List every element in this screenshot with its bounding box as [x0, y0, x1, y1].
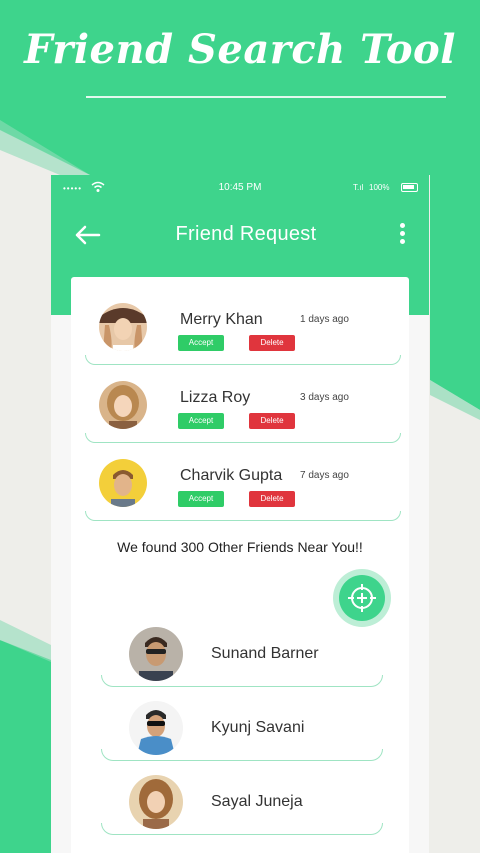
nearby-person-item[interactable]: Sayal Juneja: [101, 775, 383, 845]
accept-button[interactable]: Accept: [178, 491, 224, 507]
accept-button[interactable]: Accept: [178, 335, 224, 351]
more-options-button[interactable]: [394, 221, 410, 249]
row-divider: [85, 433, 401, 443]
request-time: 7 days ago: [300, 470, 349, 481]
banner-divider: [86, 96, 446, 98]
nearby-person-item[interactable]: Sunand Barner: [101, 627, 383, 697]
nearby-person-name: Sunand Barner: [211, 645, 319, 662]
request-name: Charvik Gupta: [180, 467, 283, 484]
phone-screen: ••••• 10:45 PM T.ıl 100% Friend Request: [51, 175, 429, 853]
avatar: [99, 381, 147, 429]
avatar: [99, 303, 147, 351]
request-time: 3 days ago: [300, 392, 349, 403]
add-friend-button[interactable]: [333, 569, 391, 627]
request-item: Lizza Roy 3 days ago Accept Delete: [85, 381, 401, 443]
request-name: Merry Khan: [180, 311, 263, 328]
request-name: Lizza Roy: [180, 389, 251, 406]
avatar: [129, 775, 183, 829]
battery-icon: [401, 183, 418, 192]
nearby-person-name: Kyunj Savani: [211, 719, 305, 736]
request-item: Merry Khan 1 days ago Accept Delete: [85, 303, 401, 365]
request-time: 1 days ago: [300, 314, 349, 325]
request-item: Charvik Gupta 7 days ago Accept Delete: [85, 459, 401, 521]
cell-signal-icon: T.ıl: [353, 183, 364, 192]
page-title: Friend Request: [175, 223, 317, 245]
banner-title: Friend Search Tool: [24, 26, 456, 73]
delete-button[interactable]: Delete: [249, 413, 295, 429]
delete-button[interactable]: Delete: [249, 491, 295, 507]
avatar: [129, 701, 183, 755]
battery-percentage: 100%: [369, 183, 390, 192]
avatar: [129, 627, 183, 681]
avatar: [99, 459, 147, 507]
delete-button[interactable]: Delete: [249, 335, 295, 351]
accept-button[interactable]: Accept: [178, 413, 224, 429]
add-friend-icon: [348, 584, 376, 612]
row-divider: [85, 511, 401, 521]
more-vertical-icon: [399, 223, 405, 228]
friend-request-card: Merry Khan 1 days ago Accept Delete Lizz…: [71, 277, 409, 853]
nearby-friends-message: We found 300 Other Friends Near You!!: [117, 539, 363, 555]
nearby-person-item[interactable]: Kyunj Savani: [101, 701, 383, 771]
row-divider: [85, 355, 401, 365]
status-bar: ••••• 10:45 PM T.ıl 100%: [51, 175, 429, 201]
nearby-person-name: Sayal Juneja: [211, 793, 303, 810]
